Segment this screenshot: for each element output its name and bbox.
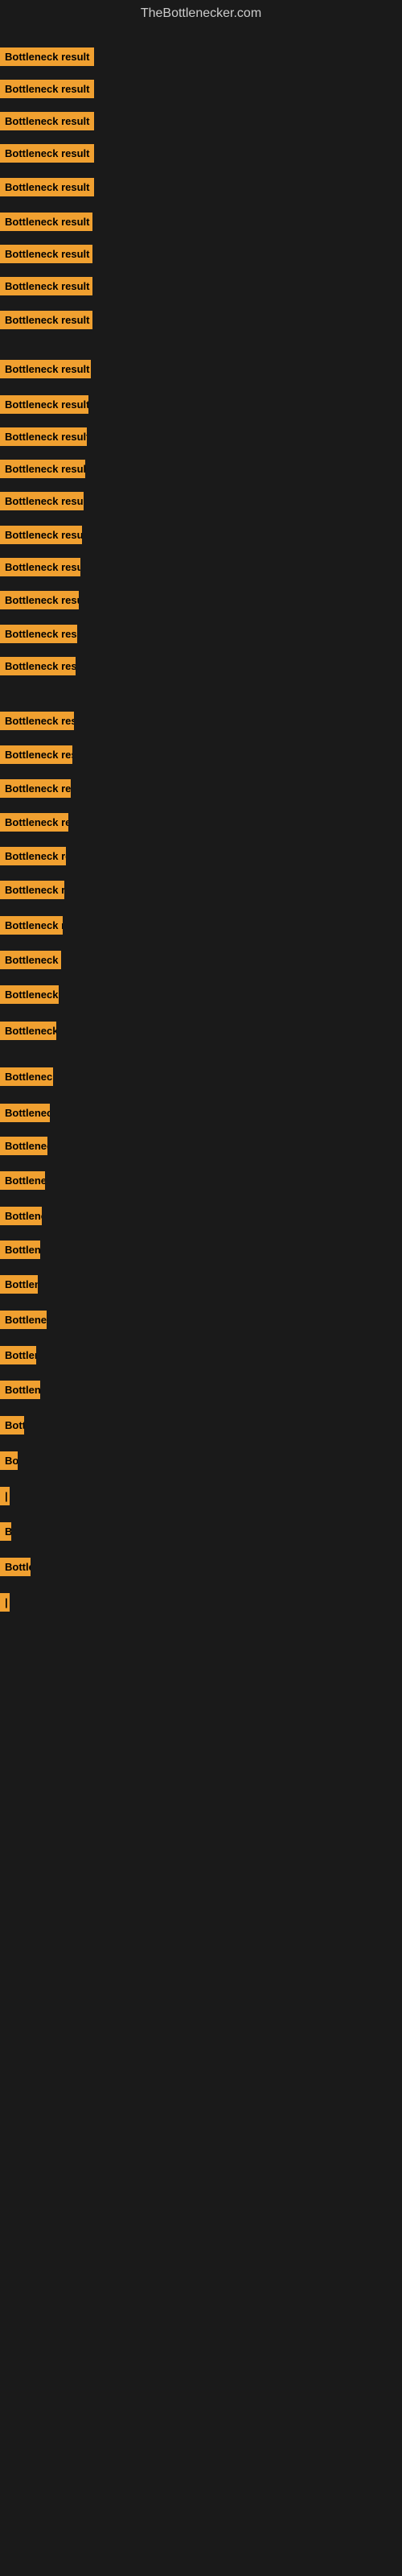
list-item: Bottleneck r — [0, 1380, 40, 1399]
bottleneck-label: Bottleneck result — [0, 277, 92, 295]
list-item: Bottleneck result — [0, 427, 87, 446]
list-item: Bottleneck result — [0, 812, 68, 832]
site-title: TheBottlenecker.com — [0, 0, 402, 24]
list-item: Bottleneck result — [0, 846, 66, 865]
bottleneck-label: Bottleneck result — [0, 112, 94, 130]
bottleneck-label: Bo — [0, 1451, 18, 1470]
list-item: B — [0, 1521, 11, 1541]
bottleneck-label: Bottleneck result — [0, 80, 94, 98]
list-item: Bott — [0, 1415, 24, 1435]
list-item: Bottleneck res — [0, 1310, 47, 1329]
list-item: Bottleneck result — [0, 590, 79, 609]
list-item: Bottleneck result — [0, 394, 88, 414]
bottleneck-label: Bottleneck result — [0, 558, 80, 576]
bottleneck-label: Bottleneck result — [0, 1022, 56, 1040]
list-item: Bottleneck result — [0, 1067, 53, 1086]
list-item: Bottleneck res — [0, 1103, 50, 1122]
bottleneck-label: Bottleneck result — [0, 360, 91, 378]
list-item: Bo — [0, 1451, 18, 1470]
list-item: Bottleneck r — [0, 1240, 40, 1259]
bottleneck-label: | — [0, 1487, 10, 1505]
bottleneck-label: Bottleneck result — [0, 813, 68, 832]
bottleneck-label: Bottlene — [0, 1346, 36, 1364]
list-item: Bottleneck result — [0, 1136, 47, 1155]
bottleneck-label: Bottleneck result — [0, 847, 66, 865]
bottleneck-label: Bottleneck result — [0, 881, 64, 899]
bottleneck-label: B — [0, 1522, 11, 1541]
list-item: Bottleneck r — [0, 1170, 45, 1190]
list-item: Bottleneck result — [0, 880, 64, 899]
bottleneck-label: Bottleneck result — [0, 311, 92, 329]
list-item: | — [0, 1592, 10, 1612]
list-item: Bottleneck result — [0, 359, 91, 378]
bottleneck-label: Bottleneck result — [0, 779, 71, 798]
bottleneck-label: Bottleneck result — [0, 47, 94, 66]
list-item: Bottleneck result — [0, 1021, 56, 1040]
list-item: Bottleneck — [0, 1206, 42, 1225]
bottleneck-label: Bottleneck result — [0, 144, 94, 163]
list-item: Bottleneck result — [0, 778, 71, 798]
list-item: Bottleneck result — [0, 310, 92, 329]
bottleneck-label: Bottleneck res — [0, 1311, 47, 1329]
list-item: Bottlene — [0, 1345, 36, 1364]
bottleneck-label: Bottleneck result — [0, 213, 92, 231]
list-item: Bottleneck result — [0, 212, 92, 231]
bottleneck-label: | — [0, 1593, 10, 1612]
list-item: Bottleneck result — [0, 525, 82, 544]
list-item: Bottleneck result — [0, 244, 92, 263]
bottleneck-label: Bottleneck result — [0, 460, 85, 478]
list-item: Bottleneck result — [0, 915, 63, 935]
list-item: Bottleneck result — [0, 950, 61, 969]
bottleneck-label: Bottleneck result — [0, 712, 74, 730]
bottleneck-label: Bottleneck result — [0, 427, 87, 446]
list-item: Bottleneck result — [0, 276, 92, 295]
list-item: | — [0, 1486, 10, 1505]
bottleneck-label: Bottleneck result — [0, 395, 88, 414]
list-item: Bottleneck result — [0, 745, 72, 764]
bottleneck-label: Bottleneck result — [0, 916, 63, 935]
bottleneck-label: Bott — [0, 1416, 24, 1435]
bottleneck-label: Bottleneck — [0, 1275, 38, 1294]
bottleneck-label: Bottleneck r — [0, 1171, 45, 1190]
bottleneck-label: Bottleneck res — [0, 1104, 50, 1122]
list-item: Bottleneck — [0, 1274, 38, 1294]
bottleneck-label: Bottleneck result — [0, 245, 92, 263]
bottleneck-label: Bottleneck result — [0, 591, 79, 609]
list-item: Bottleneck result — [0, 459, 85, 478]
bottleneck-label: Bottleneck result — [0, 1137, 47, 1155]
bottleneck-label: Bottleneck result — [0, 985, 59, 1004]
list-item: Bottleneck result — [0, 557, 80, 576]
list-item: Bottleneck result — [0, 143, 94, 163]
bottleneck-label: Bottleneck result — [0, 657, 76, 675]
bottleneck-label: Bottle — [0, 1558, 31, 1576]
bottleneck-label: Bottleneck result — [0, 526, 82, 544]
bottleneck-label: Bottleneck result — [0, 1067, 53, 1086]
list-item: Bottleneck result — [0, 985, 59, 1004]
bottleneck-label: Bottleneck result — [0, 745, 72, 764]
list-item: Bottleneck result — [0, 111, 94, 130]
bottleneck-label: Bottleneck result — [0, 492, 84, 510]
list-item: Bottle — [0, 1557, 31, 1576]
bottleneck-label: Bottleneck r — [0, 1381, 40, 1399]
list-item: Bottleneck result — [0, 79, 94, 98]
bottleneck-label: Bottleneck result — [0, 625, 77, 643]
list-item: Bottleneck result — [0, 47, 94, 66]
bottleneck-label: Bottleneck — [0, 1207, 42, 1225]
bottleneck-label: Bottleneck result — [0, 951, 61, 969]
bottleneck-label: Bottleneck result — [0, 178, 94, 196]
bottleneck-label: Bottleneck r — [0, 1241, 40, 1259]
list-item: Bottleneck result — [0, 624, 77, 643]
list-item: Bottleneck result — [0, 177, 94, 196]
list-item: Bottleneck result — [0, 656, 76, 675]
list-item: Bottleneck result — [0, 711, 74, 730]
list-item: Bottleneck result — [0, 491, 84, 510]
